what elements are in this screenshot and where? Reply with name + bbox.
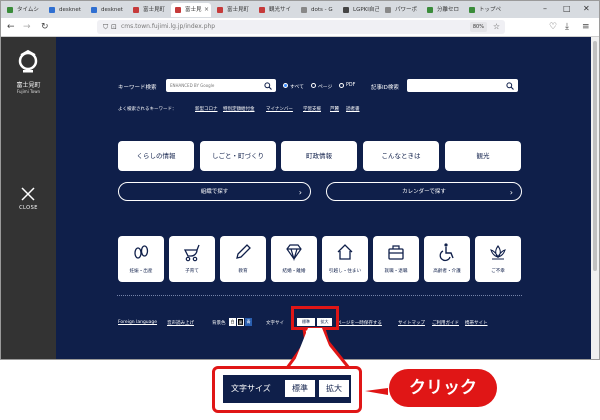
zoomed-large-button[interactable]: 拡大 <box>319 380 349 397</box>
zoomed-standard-button[interactable]: 標準 <box>285 380 315 397</box>
zoomed-panel: 文字サイズ 標準 拡大 <box>223 375 351 403</box>
click-speech-bubble: クリック <box>389 369 497 407</box>
zoomed-font-size-callout: 文字サイズ 標準 拡大 <box>212 366 362 413</box>
callout-connector <box>285 327 388 395</box>
zoomed-font-size-label: 文字サイズ <box>231 384 271 393</box>
